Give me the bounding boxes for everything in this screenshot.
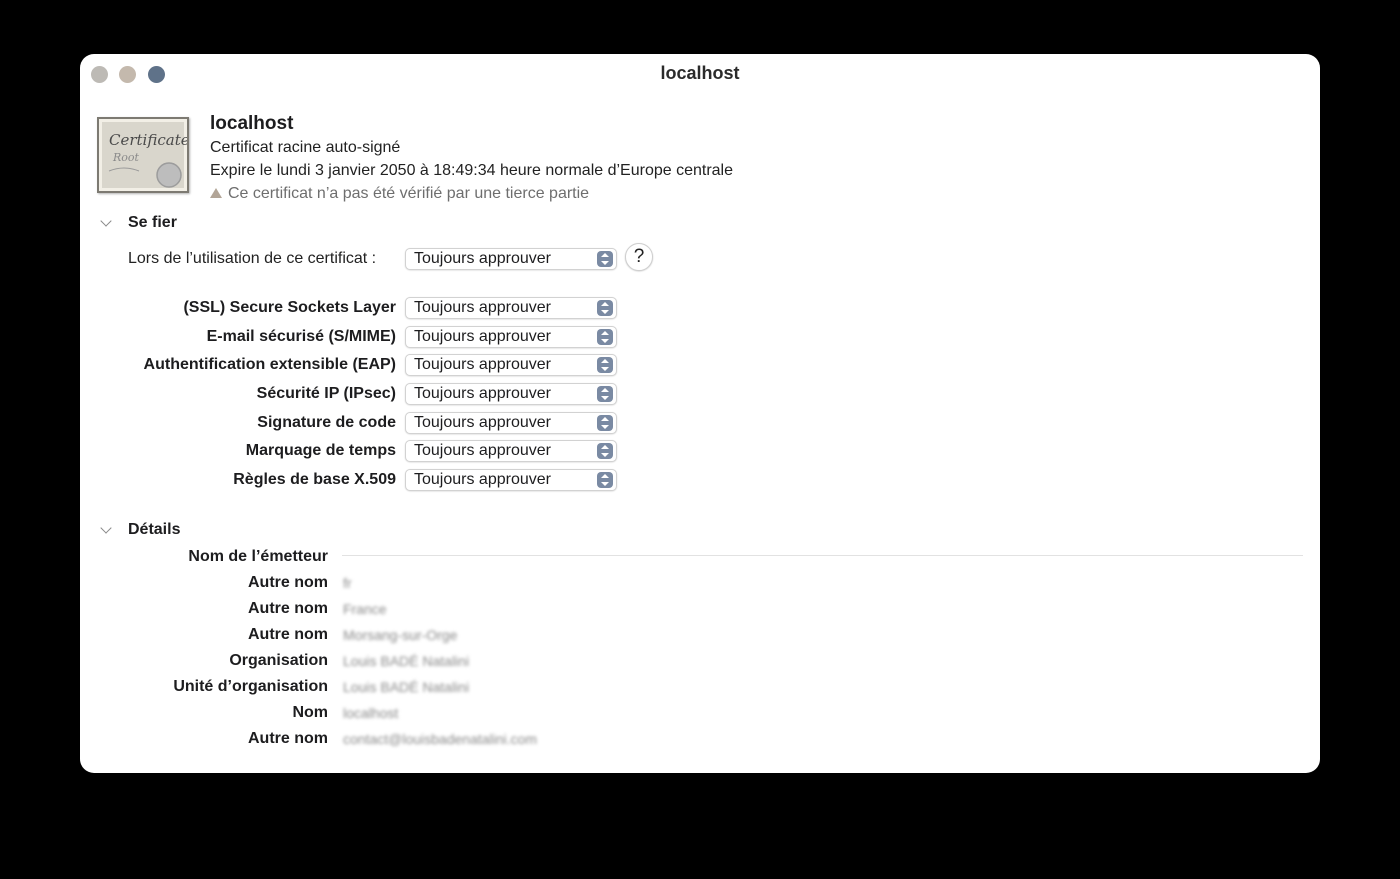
select-stepper-icon: [597, 443, 613, 459]
certificate-warning: Ce certificat n’a pas été vérifié par un…: [210, 185, 589, 203]
trust-select-ssl[interactable]: Toujours approuver: [405, 297, 617, 319]
usage-select[interactable]: Toujours approuver: [405, 248, 617, 270]
certificate-window: localhost Certificate Root localhost Cer…: [80, 54, 1320, 773]
trust-chevron-down-icon[interactable]: [100, 215, 112, 227]
trust-label-eap: Authentification extensible (EAP): [143, 356, 396, 373]
trust-select-value: Toujours approuver: [414, 471, 551, 488]
trust-label-codesign: Signature de code: [257, 414, 396, 431]
detail-value: localhost: [343, 705, 399, 721]
issuer-heading: Nom de l’émetteur: [188, 548, 328, 565]
select-stepper-icon: [597, 329, 613, 345]
trust-select-value: Toujours approuver: [414, 385, 551, 402]
detail-label: Autre nom: [248, 730, 328, 747]
trust-label-timestamp: Marquage de temps: [245, 442, 396, 459]
issuer-divider: [342, 555, 1303, 556]
detail-label: Autre nom: [248, 626, 328, 643]
trust-select-value: Toujours approuver: [414, 356, 551, 373]
trust-section-heading[interactable]: Se fier: [128, 214, 177, 232]
trust-select-smime[interactable]: Toujours approuver: [405, 326, 617, 348]
warning-text: Ce certificat n’a pas été vérifié par un…: [228, 185, 590, 202]
window-title: localhost: [660, 63, 740, 83]
trust-select-value: Toujours approuver: [414, 328, 551, 345]
trust-select-ipsec[interactable]: Toujours approuver: [405, 383, 617, 405]
detail-value: fr: [343, 575, 352, 591]
select-stepper-icon: [597, 472, 613, 488]
trust-label-ssl: (SSL) Secure Sockets Layer: [183, 299, 396, 316]
usage-label: Lors de l’utilisation de ce certificat :: [128, 250, 377, 267]
detail-value: France: [343, 601, 387, 617]
certificate-type: Certificat racine auto-signé: [210, 139, 401, 156]
trust-select-eap[interactable]: Toujours approuver: [405, 354, 617, 376]
certificate-icon-title: Certificate: [109, 131, 187, 149]
select-stepper-icon: [597, 251, 613, 267]
detail-label: Nom: [292, 704, 328, 721]
certificate-icon-subtitle: Root: [112, 151, 140, 164]
details-section-heading[interactable]: Détails: [128, 521, 180, 539]
trust-select-x509[interactable]: Toujours approuver: [405, 469, 617, 491]
details-chevron-down-icon[interactable]: [100, 522, 112, 534]
trust-select-timestamp[interactable]: Toujours approuver: [405, 440, 617, 462]
select-stepper-icon: [597, 415, 613, 431]
trust-select-value: Toujours approuver: [414, 414, 551, 431]
select-stepper-icon: [597, 300, 613, 316]
detail-label: Organisation: [229, 652, 328, 669]
detail-value: Louis BADÉ Natalini: [343, 679, 470, 695]
warning-icon: [210, 188, 222, 198]
usage-select-value: Toujours approuver: [414, 250, 551, 267]
detail-value: contact@louisbadenatalini.com: [343, 731, 537, 747]
detail-label: Autre nom: [248, 574, 328, 591]
detail-label: Unité d’organisation: [173, 678, 328, 695]
detail-value: Morsang-sur-Orge: [343, 627, 458, 643]
select-stepper-icon: [597, 357, 613, 373]
trust-select-value: Toujours approuver: [414, 442, 551, 459]
certificate-name: localhost: [210, 113, 294, 134]
detail-value: Louis BADÉ Natalini: [343, 653, 470, 669]
trust-label-ipsec: Sécurité IP (IPsec): [256, 385, 396, 402]
help-button[interactable]: ?: [625, 243, 653, 271]
certificate-root-icon: Certificate Root: [97, 117, 189, 193]
trust-select-value: Toujours approuver: [414, 299, 551, 316]
certificate-expiry: Expire le lundi 3 janvier 2050 à 18:49:3…: [210, 162, 734, 179]
detail-label: Autre nom: [248, 600, 328, 617]
select-stepper-icon: [597, 386, 613, 402]
trust-select-codesign[interactable]: Toujours approuver: [405, 412, 617, 434]
trust-label-x509: Règles de base X.509: [233, 471, 396, 488]
trust-label-smime: E-mail sécurisé (S/MIME): [206, 328, 396, 345]
